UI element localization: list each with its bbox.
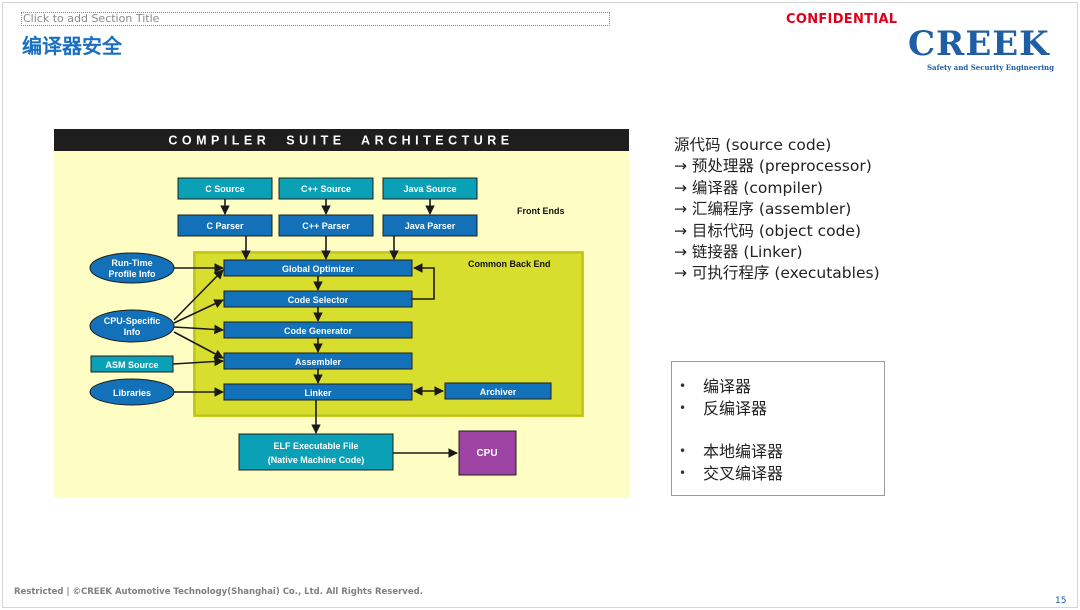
- svg-text:C Source: C Source: [205, 184, 245, 194]
- bullet-item: 交叉编译器: [672, 463, 884, 485]
- stage-assembler[interactable]: Assembler: [223, 352, 413, 370]
- common-back-end-label: Common Back End: [468, 259, 551, 269]
- pipeline-step: → 可执行程序 (executables): [674, 264, 880, 283]
- stage-code-selector[interactable]: Code Selector: [223, 290, 413, 308]
- bullet-item: 编译器: [672, 376, 884, 398]
- svg-text:ASM Source: ASM Source: [105, 360, 158, 370]
- stage-code-generator[interactable]: Code Generator: [223, 321, 413, 339]
- diagram-banner-text: COMPILER SUITE ARCHITECTURE: [168, 134, 513, 148]
- pipeline-step: → 预处理器 (preprocessor): [674, 157, 872, 176]
- source-box-java[interactable]: Java Source: [382, 177, 478, 200]
- svg-text:Info: Info: [124, 327, 141, 337]
- svg-text:C Parser: C Parser: [206, 221, 244, 231]
- slide-title[interactable]: 编译器安全: [22, 30, 122, 59]
- pipeline-step: → 编译器 (compiler): [674, 178, 823, 197]
- svg-text:Code Generator: Code Generator: [284, 326, 353, 336]
- source-box-cpp[interactable]: C++ Source: [278, 177, 374, 200]
- svg-text:Run-Time: Run-Time: [111, 258, 152, 268]
- bullet-item: 本地编译器: [672, 441, 884, 463]
- parser-box-cpp[interactable]: C++ Parser: [278, 214, 374, 237]
- pipeline-step: → 汇编程序 (assembler): [674, 200, 852, 219]
- section-title-placeholder[interactable]: Click to add Section Title: [21, 12, 610, 26]
- svg-text:Linker: Linker: [304, 388, 332, 398]
- compiler-types-textbox[interactable]: 编译器 反编译器 本地编译器 交叉编译器: [671, 361, 885, 496]
- input-cpu-specific[interactable]: CPU-Specific Info: [89, 309, 175, 343]
- svg-text:Libraries: Libraries: [113, 388, 151, 398]
- svg-text:Profile Info: Profile Info: [109, 269, 157, 279]
- footer-copyright: Restricted | ©CREEK Automotive Technolog…: [14, 587, 423, 597]
- svg-text:Java Source: Java Source: [403, 184, 456, 194]
- pipeline-step: → 目标代码 (object code): [674, 221, 862, 240]
- elf-executable-box[interactable]: ELF Executable File (Native Machine Code…: [238, 433, 394, 471]
- input-asm-source[interactable]: ASM Source: [90, 355, 174, 373]
- creek-logo-tagline: Safety and Security Engineering: [927, 63, 1055, 72]
- compile-pipeline-list[interactable]: 源代码 (source code) → 预处理器 (preprocessor) …: [674, 135, 880, 285]
- cpu-box[interactable]: CPU: [458, 430, 517, 476]
- parser-box-c[interactable]: C Parser: [177, 214, 273, 237]
- svg-text:C++ Source: C++ Source: [301, 184, 351, 194]
- svg-text:CPU-Specific: CPU-Specific: [104, 316, 161, 326]
- svg-text:Code Selector: Code Selector: [288, 295, 349, 305]
- stage-global-optimizer[interactable]: Global Optimizer: [223, 259, 413, 277]
- source-box-c[interactable]: C Source: [177, 177, 273, 200]
- svg-text:Assembler: Assembler: [295, 357, 342, 367]
- svg-text:C++ Parser: C++ Parser: [302, 221, 350, 231]
- confidential-label: CONFIDENTIAL: [786, 12, 898, 27]
- front-ends-label: Front Ends: [517, 206, 565, 216]
- creek-logo: CREEK: [908, 24, 1050, 64]
- input-libraries[interactable]: Libraries: [89, 378, 175, 406]
- parser-box-java[interactable]: Java Parser: [382, 214, 478, 237]
- page-number: 15: [1055, 596, 1067, 606]
- svg-text:ELF Executable File: ELF Executable File: [273, 441, 358, 451]
- svg-text:Global Optimizer: Global Optimizer: [282, 264, 355, 274]
- pipeline-step: 源代码 (source code): [674, 136, 832, 154]
- stage-linker[interactable]: Linker: [223, 383, 413, 401]
- svg-text:Java Parser: Java Parser: [405, 221, 456, 231]
- svg-text:CPU: CPU: [476, 448, 497, 459]
- compiler-suite-diagram[interactable]: COMPILER SUITE ARCHITECTURE Common Back …: [54, 129, 629, 498]
- input-runtime-profile[interactable]: Run-Time Profile Info: [89, 252, 175, 284]
- svg-text:Archiver: Archiver: [480, 387, 517, 397]
- archiver-box[interactable]: Archiver: [444, 382, 552, 400]
- pipeline-step: → 链接器 (Linker): [674, 243, 803, 262]
- svg-text:(Native Machine Code): (Native Machine Code): [268, 455, 365, 465]
- bullet-item: 反编译器: [672, 398, 884, 420]
